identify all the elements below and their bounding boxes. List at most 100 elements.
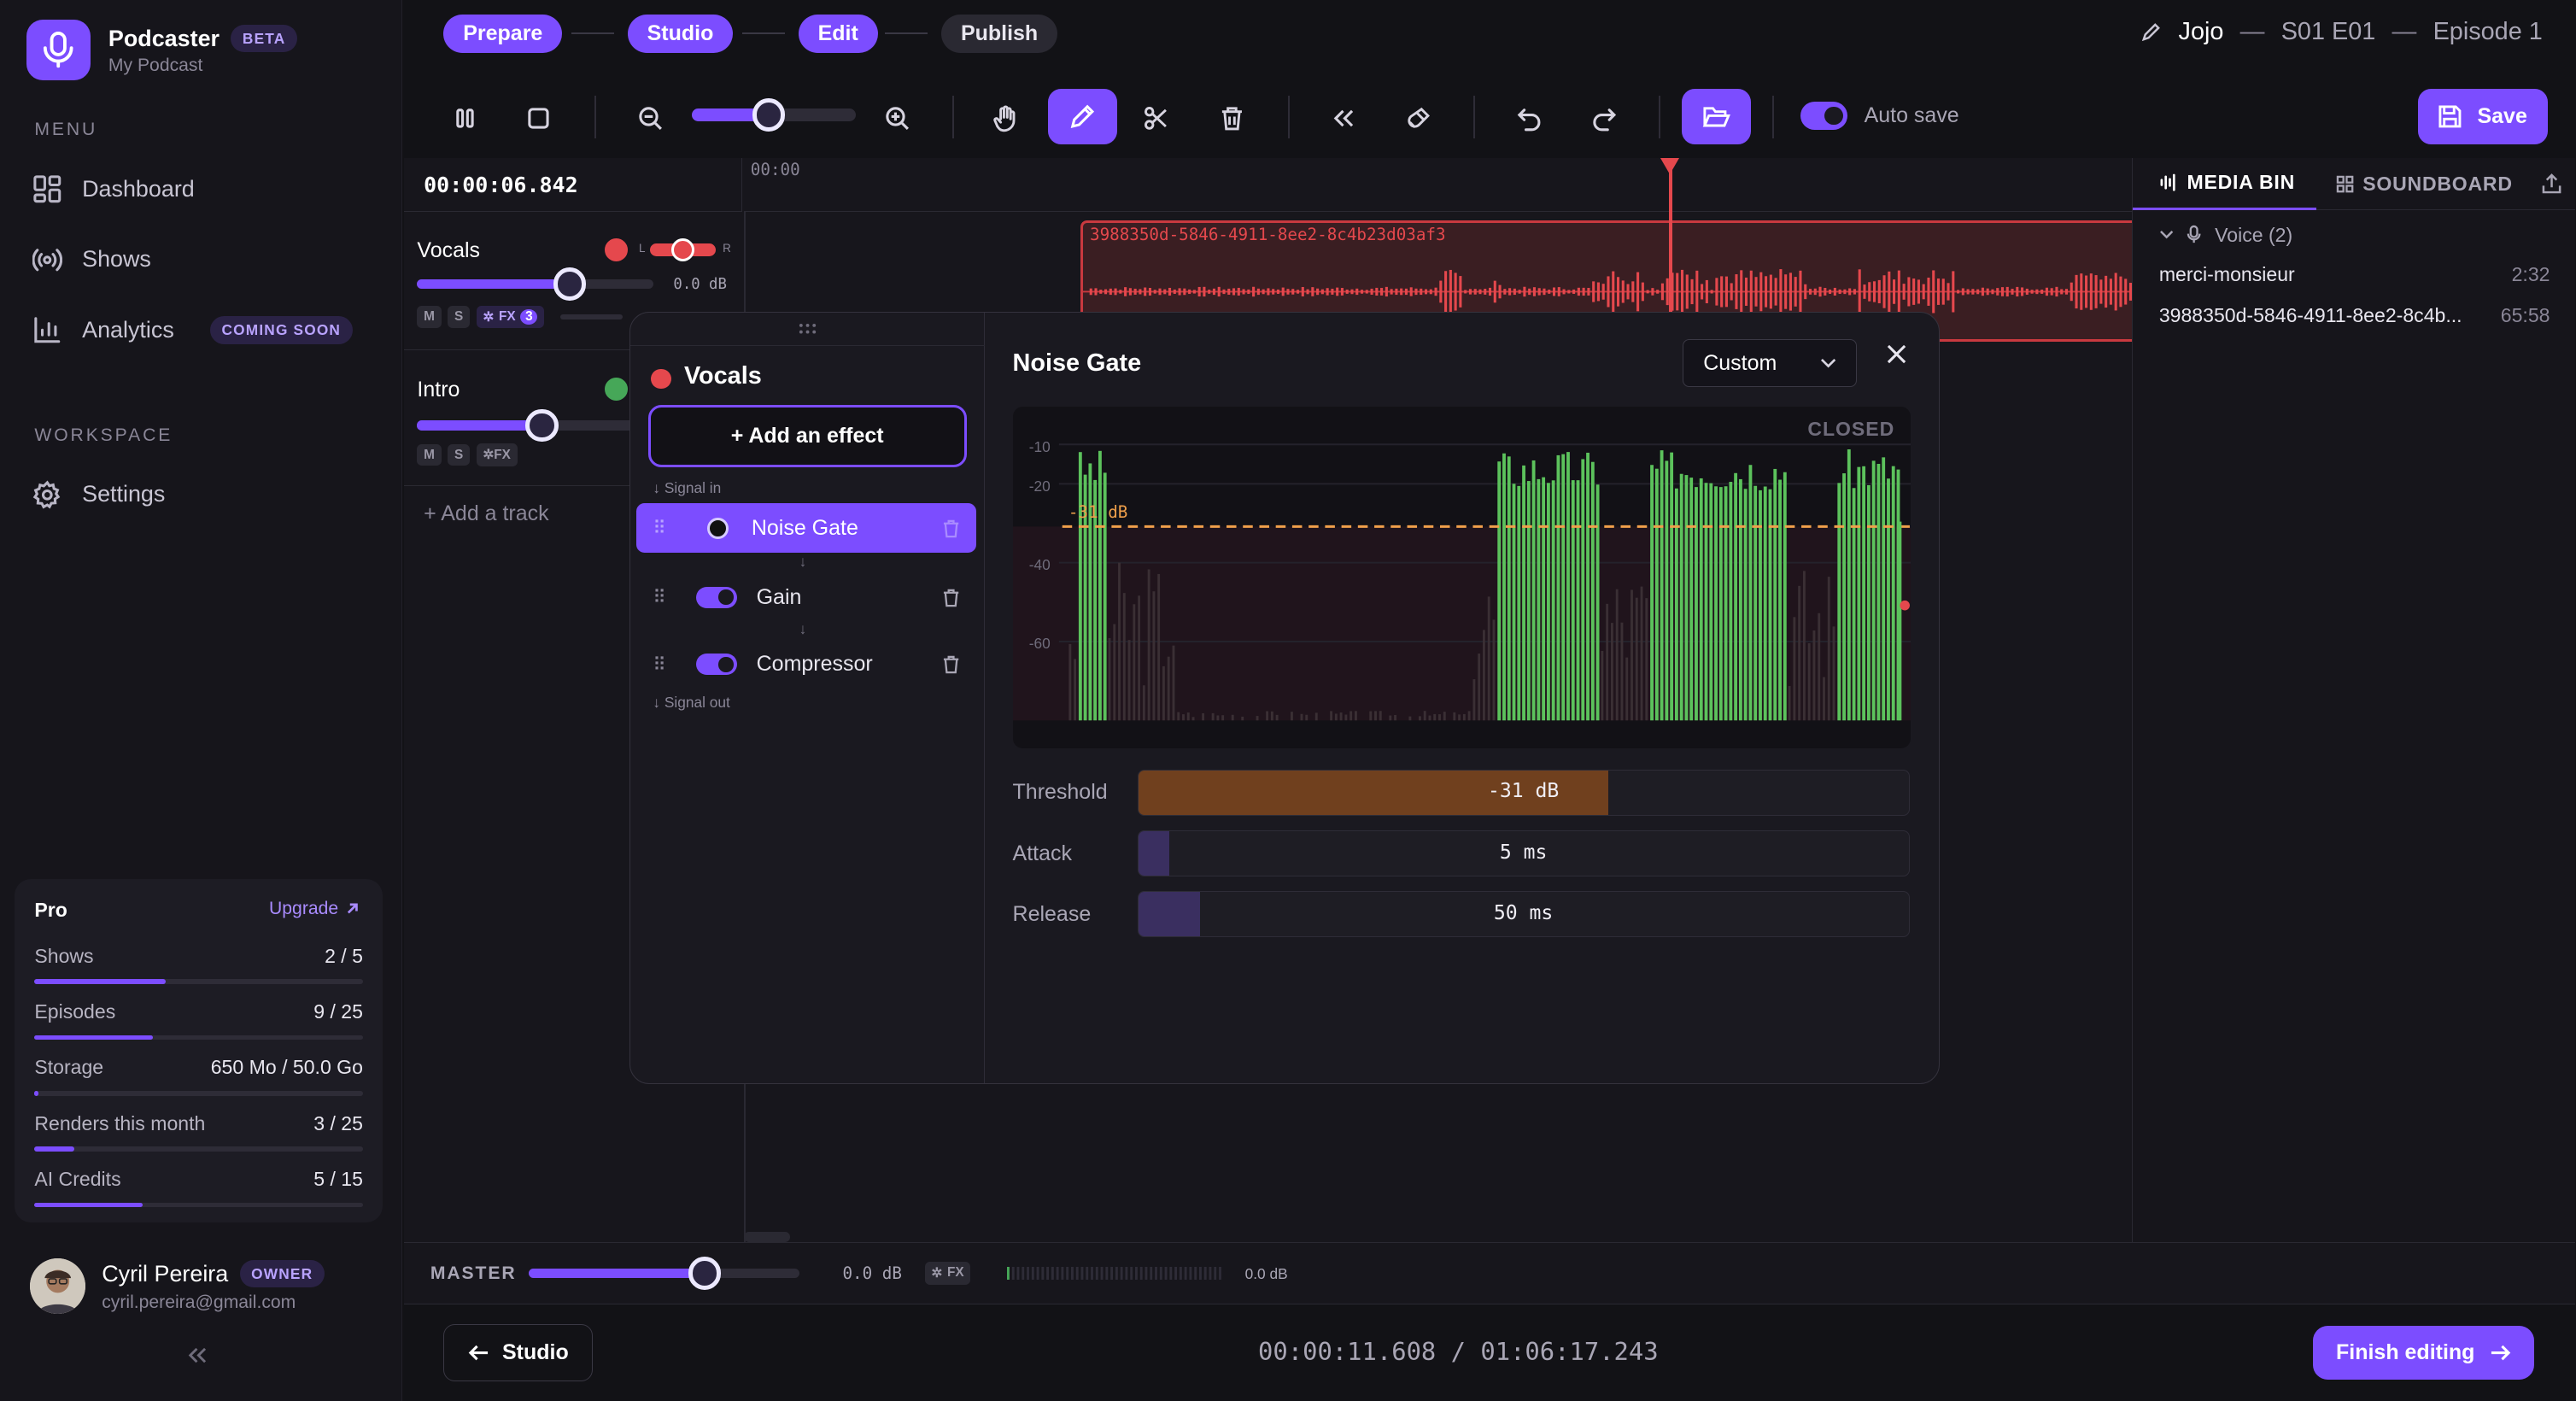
- effect-active-dot[interactable]: [706, 517, 729, 539]
- sidebar-item-dashboard[interactable]: Dashboard: [32, 174, 195, 204]
- meter-segment: [1130, 1266, 1133, 1280]
- waveform-bar: [1636, 272, 1640, 312]
- trash-icon[interactable]: [942, 654, 960, 674]
- waveform-bar: [2114, 273, 2118, 311]
- stop-icon[interactable]: [506, 94, 571, 144]
- param-attack[interactable]: Attack 5 ms: [1013, 830, 1910, 876]
- sidebar-item-shows[interactable]: Shows: [32, 245, 151, 275]
- pause-icon[interactable]: [432, 94, 498, 144]
- playhead-handle[interactable]: [1660, 157, 1680, 174]
- zoom-out-icon[interactable]: [618, 94, 683, 144]
- drag-grip-icon[interactable]: ⠿: [653, 654, 665, 676]
- pan-slider[interactable]: [650, 237, 717, 261]
- meter-segment: [1139, 1266, 1143, 1280]
- save-button[interactable]: Save: [2417, 88, 2548, 145]
- horizontal-scrollbar[interactable]: [744, 1232, 790, 1242]
- zoom-in-icon[interactable]: [864, 94, 929, 144]
- volume-slider-knob[interactable]: [553, 267, 587, 301]
- undo-icon[interactable]: [1496, 94, 1562, 144]
- drag-grip-icon[interactable]: ⠿: [653, 517, 665, 539]
- coming-soon-badge: COMING SOON: [210, 316, 353, 344]
- release-slider[interactable]: 50 ms: [1137, 891, 1910, 938]
- microphone-logo-icon[interactable]: [26, 20, 91, 81]
- volume-slider[interactable]: [417, 267, 654, 301]
- waveform-bar: [1784, 274, 1788, 309]
- gate-open-bar: [1694, 487, 1698, 721]
- solo-button[interactable]: S: [448, 443, 470, 466]
- volume-slider[interactable]: [417, 408, 647, 443]
- upload-icon[interactable]: [2542, 173, 2561, 194]
- sidebar-item-settings[interactable]: Settings: [32, 479, 165, 510]
- effect-toggle[interactable]: [695, 586, 737, 608]
- zoom-slider-knob[interactable]: [752, 98, 786, 132]
- mute-button[interactable]: M: [417, 443, 442, 466]
- tab-soundboard[interactable]: SOUNDBOARD: [2336, 173, 2512, 196]
- waveform-bar: [1508, 288, 1512, 296]
- finish-editing-button[interactable]: Finish editing: [2312, 1325, 2535, 1380]
- pencil-tool-icon[interactable]: [1047, 88, 1117, 145]
- fx-button[interactable]: ✲FX: [476, 443, 518, 466]
- trash-icon[interactable]: [1199, 94, 1265, 144]
- media-file[interactable]: 3988350d-5846-4911-8ee2-8c4b... 65:58: [2159, 304, 2550, 327]
- time-ruler[interactable]: [744, 157, 2133, 213]
- param-threshold[interactable]: Threshold -31 dB: [1013, 769, 1910, 816]
- pencil-icon[interactable]: [2140, 21, 2162, 43]
- upgrade-link[interactable]: Upgrade: [269, 899, 360, 919]
- add-track-button[interactable]: + Add a track: [424, 501, 549, 526]
- folder-open-icon[interactable]: [1682, 88, 1751, 145]
- fx-button[interactable]: ✲ FX 3: [476, 305, 545, 329]
- effect-toggle[interactable]: [695, 654, 737, 676]
- preset-select[interactable]: Custom: [1683, 339, 1857, 387]
- effect-item-gain[interactable]: ⠿ Gain: [636, 572, 976, 622]
- drag-grip-icon[interactable]: ⠿: [653, 586, 665, 608]
- magnet-icon[interactable]: [1386, 94, 1452, 144]
- waveform-bar: [1656, 290, 1660, 294]
- master-volume-slider[interactable]: [529, 1257, 800, 1290]
- rewind-icon[interactable]: [1311, 94, 1377, 144]
- close-icon[interactable]: [1887, 344, 1906, 364]
- autosave-toggle[interactable]: [1800, 102, 1848, 130]
- double-chevron-left-icon[interactable]: [185, 1345, 208, 1365]
- sidebar-item-analytics[interactable]: Analytics COMING SOON: [32, 315, 353, 345]
- trash-icon[interactable]: [942, 519, 960, 538]
- param-release[interactable]: Release 50 ms: [1013, 891, 1910, 938]
- avatar[interactable]: [29, 1258, 85, 1315]
- gate-closed-bar: [1605, 603, 1608, 721]
- effect-item-noise-gate[interactable]: ⠿ Noise Gate: [636, 503, 977, 554]
- gate-open-bar: [1674, 488, 1678, 721]
- master-fx-button[interactable]: ✲ FX: [924, 1261, 971, 1285]
- step-studio[interactable]: Studio: [627, 15, 734, 53]
- drag-handle[interactable]: [629, 313, 985, 346]
- tab-media-bin[interactable]: MEDIA BIN: [2133, 158, 2317, 211]
- solo-button[interactable]: S: [448, 306, 470, 328]
- back-to-studio-button[interactable]: Studio: [443, 1323, 594, 1382]
- master-volume-knob[interactable]: [688, 1257, 722, 1290]
- waveform-bar: [1090, 288, 1093, 296]
- attack-slider[interactable]: 5 ms: [1137, 830, 1910, 876]
- add-effect-button[interactable]: + Add an effect: [647, 405, 967, 468]
- waveform-bar: [1375, 287, 1379, 296]
- waveform-bar: [1400, 288, 1403, 296]
- mute-button[interactable]: M: [417, 306, 442, 328]
- step-edit[interactable]: Edit: [798, 15, 878, 53]
- volume-slider-knob[interactable]: [525, 408, 559, 443]
- scissors-icon[interactable]: [1123, 94, 1189, 144]
- record-arm-icon[interactable]: [604, 378, 628, 402]
- effect-item-compressor[interactable]: ⠿ Compressor: [636, 640, 976, 689]
- waveform-bar: [1587, 287, 1590, 296]
- record-arm-icon[interactable]: [604, 237, 628, 261]
- show-name[interactable]: Jojo: [2179, 18, 2224, 46]
- waveform-bar: [1740, 270, 1743, 314]
- hand-icon[interactable]: [974, 94, 1039, 144]
- step-prepare[interactable]: Prepare: [443, 15, 563, 53]
- step-publish[interactable]: Publish: [940, 15, 1058, 53]
- zoom-slider[interactable]: [691, 98, 856, 132]
- trash-icon[interactable]: [942, 588, 960, 607]
- waveform-bar: [1942, 278, 1946, 305]
- app-name: Podcaster: [108, 25, 220, 51]
- meter-segment: [1045, 1266, 1049, 1280]
- media-file[interactable]: merci-monsieur 2:32: [2159, 263, 2550, 286]
- threshold-slider[interactable]: -31 dB: [1137, 769, 1910, 816]
- redo-icon[interactable]: [1572, 94, 1637, 144]
- media-group-voice[interactable]: Voice (2): [2159, 224, 2292, 247]
